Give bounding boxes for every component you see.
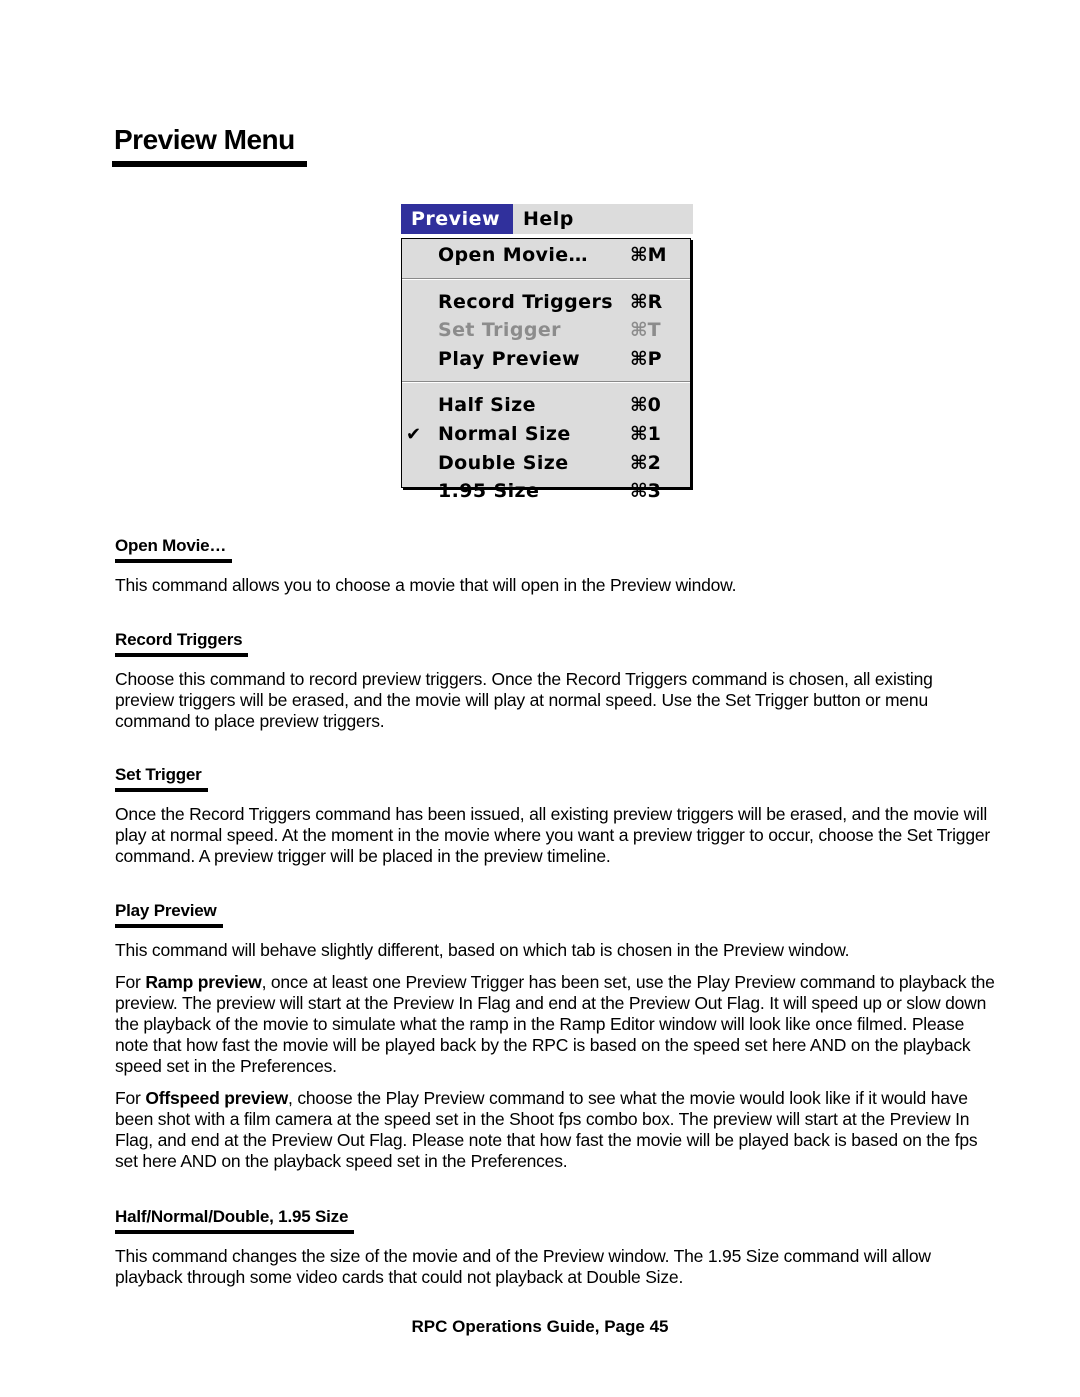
heading-underline — [115, 788, 208, 792]
text-run: For — [115, 972, 146, 992]
text-run: This command changes the size of the mov… — [115, 1246, 931, 1287]
body-paragraph: For Offspeed preview, choose the Play Pr… — [115, 1088, 995, 1172]
checkmark-icon: ✔ — [406, 423, 422, 445]
menu-item-half-size[interactable]: Half Size ⌘0 — [402, 391, 690, 419]
heading-underline — [115, 1230, 355, 1234]
keyboard-shortcut: ⌘R — [630, 290, 663, 313]
keyboard-shortcut: ⌘M — [630, 244, 667, 266]
menu-item-set-trigger: Set Trigger ⌘T — [402, 316, 690, 344]
menu-item-normal-size[interactable]: ✔ Normal Size ⌘1 — [402, 420, 690, 448]
section-heading: Set Trigger — [115, 765, 202, 784]
heading-underline — [115, 653, 249, 657]
menu-item-record-triggers[interactable]: Record Triggers ⌘R — [402, 288, 690, 316]
text-run: This command will behave slightly differ… — [115, 940, 850, 960]
keyboard-shortcut: ⌘0 — [630, 394, 661, 417]
doc-section: Play Preview This command will behave sli… — [115, 901, 995, 1172]
section-heading: Record Triggers — [115, 630, 243, 649]
menu-item-label: 1.95 Size — [438, 480, 540, 503]
section-heading: Play Preview — [115, 901, 217, 920]
bold-term: Ramp preview — [145, 972, 262, 992]
body-paragraph: This command will behave slightly differ… — [115, 940, 995, 961]
doc-section: Open Movie… This command allows you to ch… — [115, 536, 995, 596]
section-heading-wrap: Half/Normal/Double, 1.95 Size — [115, 1207, 355, 1234]
menu-item-label: Normal Size — [438, 423, 571, 445]
keyboard-shortcut: ⌘3 — [630, 480, 661, 503]
menu-separator — [402, 381, 690, 384]
page-footer: RPC Operations Guide, Page 45 — [411, 1317, 669, 1336]
body-paragraph: For Ramp preview, once at least one Prev… — [115, 972, 995, 1077]
menu-item-label: Play Preview — [438, 347, 580, 370]
menu-item-label: Half Size — [438, 394, 536, 417]
body-paragraph: Choose this command to record preview tr… — [115, 669, 995, 732]
text-run: Once the Record Triggers command has bee… — [115, 804, 991, 866]
bold-term: Offspeed preview — [145, 1088, 288, 1108]
doc-section: Half/Normal/Double, 1.95 Size This comman… — [115, 1207, 995, 1288]
section-heading-wrap: Set Trigger — [115, 765, 208, 792]
section-heading: Half/Normal/Double, 1.95 Size — [115, 1207, 349, 1226]
keyboard-shortcut: ⌘1 — [630, 423, 661, 445]
menu-item-1-95-size[interactable]: 1.95 Size ⌘3 — [402, 477, 690, 505]
menubar-item-preview[interactable]: Preview — [401, 204, 513, 234]
body-paragraph: This command changes the size of the mov… — [115, 1246, 995, 1288]
menubar: Preview Help — [401, 204, 693, 234]
text-run: For — [115, 1088, 146, 1108]
section-heading-wrap: Record Triggers — [115, 630, 249, 657]
menu-separator — [402, 277, 690, 280]
page-title: Preview Menu — [114, 124, 295, 155]
menu-item-label: Open Movie… — [438, 244, 588, 266]
body-paragraph: Once the Record Triggers command has bee… — [115, 804, 995, 867]
section-heading: Open Movie… — [115, 536, 227, 555]
section-heading-wrap: Open Movie… — [115, 536, 233, 563]
section-heading-wrap: Play Preview — [115, 901, 223, 928]
text-run: Choose this command to record preview tr… — [115, 669, 933, 731]
text-run: This command allows you to choose a movi… — [115, 575, 737, 595]
menu-item-label: Set Trigger — [438, 319, 561, 342]
menu-item-open-movie[interactable]: Open Movie… ⌘M — [402, 241, 690, 269]
preview-menu-screenshot: Preview Help Open Movie… ⌘M Record Trigger… — [401, 204, 694, 502]
keyboard-shortcut: ⌘T — [630, 319, 661, 342]
doc-section: Record Triggers Choose this command to re… — [115, 630, 995, 732]
menu-item-double-size[interactable]: Double Size ⌘2 — [402, 449, 690, 477]
body-paragraph: This command allows you to choose a movi… — [115, 575, 995, 596]
heading-underline — [115, 559, 233, 563]
menubar-item-help[interactable]: Help — [513, 204, 582, 234]
menu-item-label: Record Triggers — [438, 290, 613, 313]
menu-item-play-preview[interactable]: Play Preview ⌘P — [402, 345, 690, 373]
keyboard-shortcut: ⌘2 — [630, 451, 661, 474]
doc-section: Set Trigger Once the Record Triggers comm… — [115, 765, 995, 867]
keyboard-shortcut: ⌘P — [630, 347, 662, 370]
dropdown-menu: Open Movie… ⌘M Record Triggers ⌘R Set Trigge… — [401, 238, 691, 502]
title-underline — [112, 161, 307, 167]
menu-item-label: Double Size — [438, 451, 569, 474]
heading-underline — [115, 924, 223, 928]
